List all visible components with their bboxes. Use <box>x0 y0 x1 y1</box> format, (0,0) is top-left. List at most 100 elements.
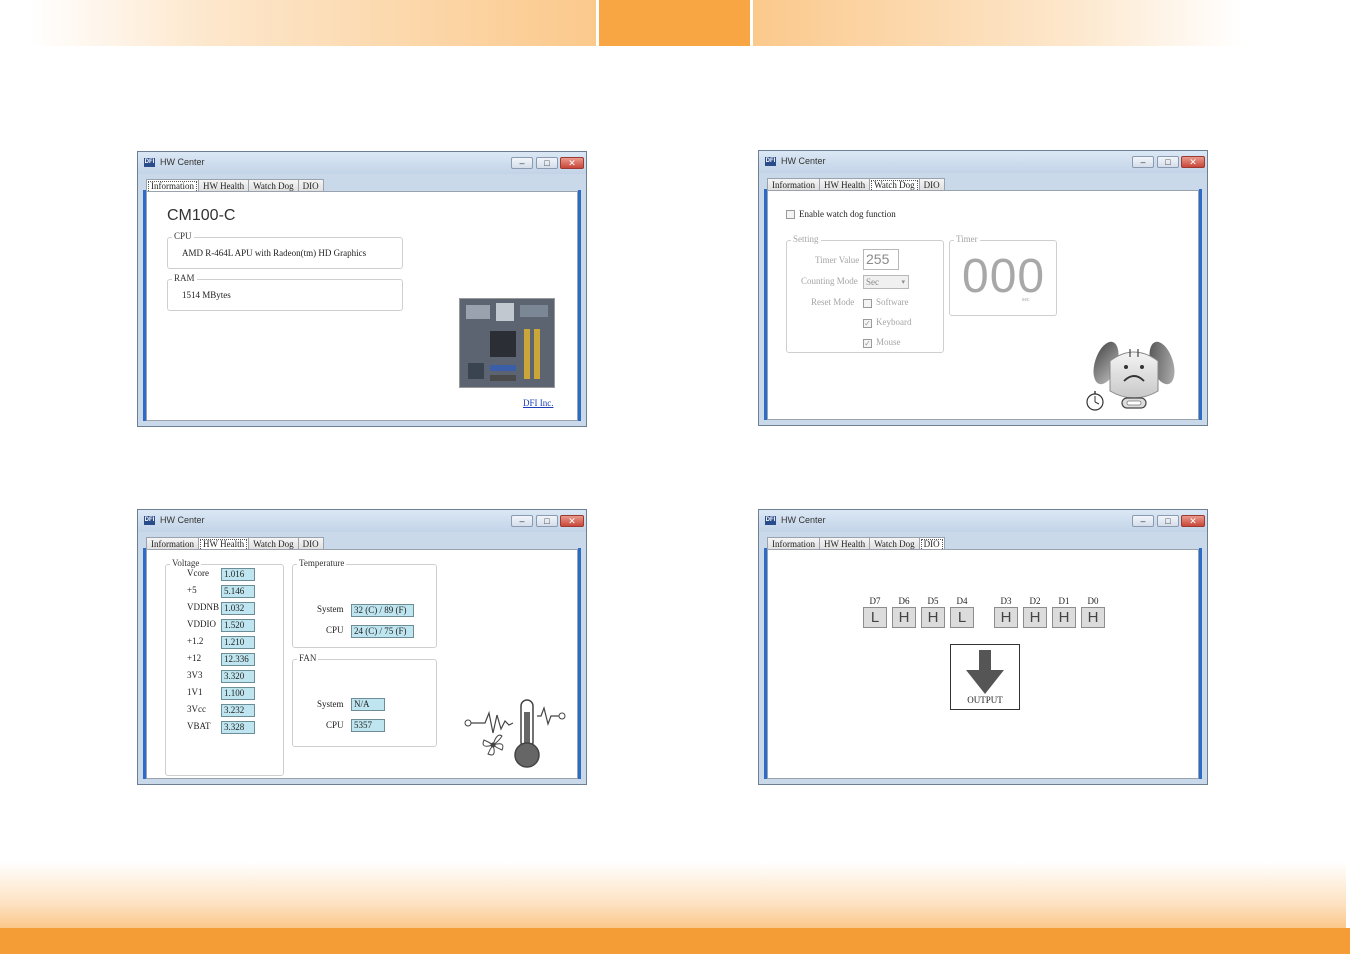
ram-group: RAM 1514 MBytes <box>167 273 403 311</box>
temperature-name: CPU <box>326 625 344 635</box>
close-button[interactable]: ✕ <box>560 515 584 527</box>
voltage-value: 3.320 <box>221 670 255 683</box>
minimize-button[interactable]: – <box>511 515 533 527</box>
window-title: HW Center <box>160 515 205 525</box>
fan-group: FAN System N/A CPU 5357 <box>292 653 437 747</box>
timer-value-label: Timer Value <box>815 255 860 265</box>
right-accent-strip <box>1199 548 1202 779</box>
ram-label: RAM <box>172 273 197 283</box>
dio-pin-d6-button[interactable]: H <box>892 607 916 628</box>
ram-value: 1514 MBytes <box>182 290 231 300</box>
temperature-value: 24 (C) / 75 (F) <box>351 625 414 638</box>
header-gradient-left <box>0 0 596 46</box>
dfi-logo-icon: DFI <box>144 516 155 525</box>
minimize-button[interactable]: – <box>511 157 533 169</box>
maximize-button[interactable]: □ <box>536 157 558 169</box>
watch-dog-panel: Enable watch dog function Setting Timer … <box>767 190 1199 420</box>
timer-unit: sec <box>1022 297 1030 303</box>
dio-pin-d0-button[interactable]: H <box>1081 607 1105 628</box>
dio-panel: D7 L D6 H D5 H D4 L D3 H D2 H D1 H D0 H … <box>767 549 1199 779</box>
fan-name: System <box>317 699 344 709</box>
right-accent-strip <box>578 190 581 421</box>
chevron-down-icon: ▾ <box>901 278 905 286</box>
software-label: Software <box>876 297 909 307</box>
setting-group: Setting Timer Value 255 Counting Mode Se… <box>786 234 944 353</box>
title-bar[interactable]: DFI HW Center – □ ✕ <box>759 510 1207 532</box>
voltage-name: VDDNB <box>187 602 220 612</box>
right-accent-strip <box>1199 189 1202 420</box>
footer-bar <box>0 928 1350 954</box>
keyboard-checkbox[interactable]: ✓ <box>863 319 872 328</box>
cpu-group: CPU AMD R-464L APU with Radeon(tm) HD Gr… <box>167 231 403 269</box>
reset-mode-label: Reset Mode <box>811 297 855 307</box>
maximize-button[interactable]: □ <box>1157 515 1179 527</box>
voltage-name: VBAT <box>187 721 211 731</box>
fan-name: CPU <box>326 720 344 730</box>
tab-bar: Information HW Health Watch Dog DIO <box>767 534 945 553</box>
voltage-name: Vcore <box>187 568 209 578</box>
minimize-button[interactable]: – <box>1132 156 1154 168</box>
voltage-value: 3.328 <box>221 721 255 734</box>
dio-pin-label: D3 <box>1000 596 1012 606</box>
voltage-value: 1.210 <box>221 636 255 649</box>
dio-pin-label: D1 <box>1058 596 1070 606</box>
dio-pin-label: D5 <box>927 596 939 606</box>
close-button[interactable]: ✕ <box>560 157 584 169</box>
voltage-label: Voltage <box>170 558 202 568</box>
title-bar[interactable]: DFI HW Center – □ ✕ <box>759 151 1207 173</box>
fan-value: N/A <box>351 698 385 711</box>
maximize-button[interactable]: □ <box>1157 156 1179 168</box>
temperature-label: Temperature <box>297 558 347 568</box>
voltage-name: 1V1 <box>187 687 203 697</box>
voltage-name: VDDIO <box>187 619 216 629</box>
window-watch-dog: DFI HW Center – □ ✕ Information HW Health… <box>758 150 1208 426</box>
dio-pin-label: D2 <box>1029 596 1041 606</box>
dio-pin-d7-button[interactable]: L <box>863 607 887 628</box>
dio-pin-label: D0 <box>1087 596 1099 606</box>
dio-pin-d3-button[interactable]: H <box>994 607 1018 628</box>
counting-mode-label: Counting Mode <box>801 276 858 286</box>
voltage-value: 1.520 <box>221 619 255 632</box>
title-bar[interactable]: DFI HW Center – □ ✕ <box>138 510 586 532</box>
voltage-value: 12.336 <box>221 653 255 666</box>
dio-pin-label: D6 <box>898 596 910 606</box>
dio-pin-d4-button[interactable]: L <box>950 607 974 628</box>
voltage-value: 5.146 <box>221 585 255 598</box>
close-button[interactable]: ✕ <box>1181 515 1205 527</box>
dfi-inc-link[interactable]: DFI Inc. <box>523 398 554 408</box>
maximize-button[interactable]: □ <box>536 515 558 527</box>
dio-pin-d1-button[interactable]: H <box>1052 607 1076 628</box>
timer-value-input[interactable]: 255 <box>863 249 899 270</box>
fan-value: 5357 <box>351 719 385 732</box>
close-button[interactable]: ✕ <box>1181 156 1205 168</box>
mouse-checkbox[interactable]: ✓ <box>863 339 872 348</box>
window-information: DFI HW Center – □ ✕ Information HW Health… <box>137 151 587 427</box>
dio-pin-d2-button[interactable]: H <box>1023 607 1047 628</box>
motherboard-image <box>459 298 555 388</box>
voltage-name: +1.2 <box>187 636 204 646</box>
window-title: HW Center <box>160 157 205 167</box>
temperature-group: Temperature System 32 (C) / 89 (F) CPU 2… <box>292 558 437 648</box>
output-label: OUTPUT <box>967 695 1003 705</box>
dio-pin-label: D4 <box>956 596 968 606</box>
fan-label: FAN <box>297 653 319 663</box>
title-bar[interactable]: DFI HW Center – □ ✕ <box>138 152 586 174</box>
software-checkbox[interactable] <box>863 299 872 308</box>
counting-mode-select[interactable]: Sec ▾ <box>863 275 909 289</box>
cpu-label: CPU <box>172 231 194 241</box>
fan-thermometer-icon <box>464 699 566 768</box>
voltage-value: 1.016 <box>221 568 255 581</box>
voltage-name: +12 <box>187 653 202 663</box>
dio-pin-d5-button[interactable]: H <box>921 607 945 628</box>
voltage-name: +5 <box>187 585 197 595</box>
tab-bar: Information HW Health Watch Dog DIO <box>146 534 324 553</box>
enable-watchdog-checkbox[interactable] <box>786 210 795 219</box>
window-title: HW Center <box>781 156 826 166</box>
window-dio: DFI HW Center – □ ✕ Information HW Health… <box>758 509 1208 785</box>
dfi-logo-icon: DFI <box>765 516 776 525</box>
keyboard-label: Keyboard <box>876 317 912 327</box>
enable-watchdog-label: Enable watch dog function <box>799 209 896 219</box>
minimize-button[interactable]: – <box>1132 515 1154 527</box>
temperature-value: 32 (C) / 89 (F) <box>351 604 414 617</box>
output-button[interactable]: OUTPUT <box>950 644 1020 710</box>
